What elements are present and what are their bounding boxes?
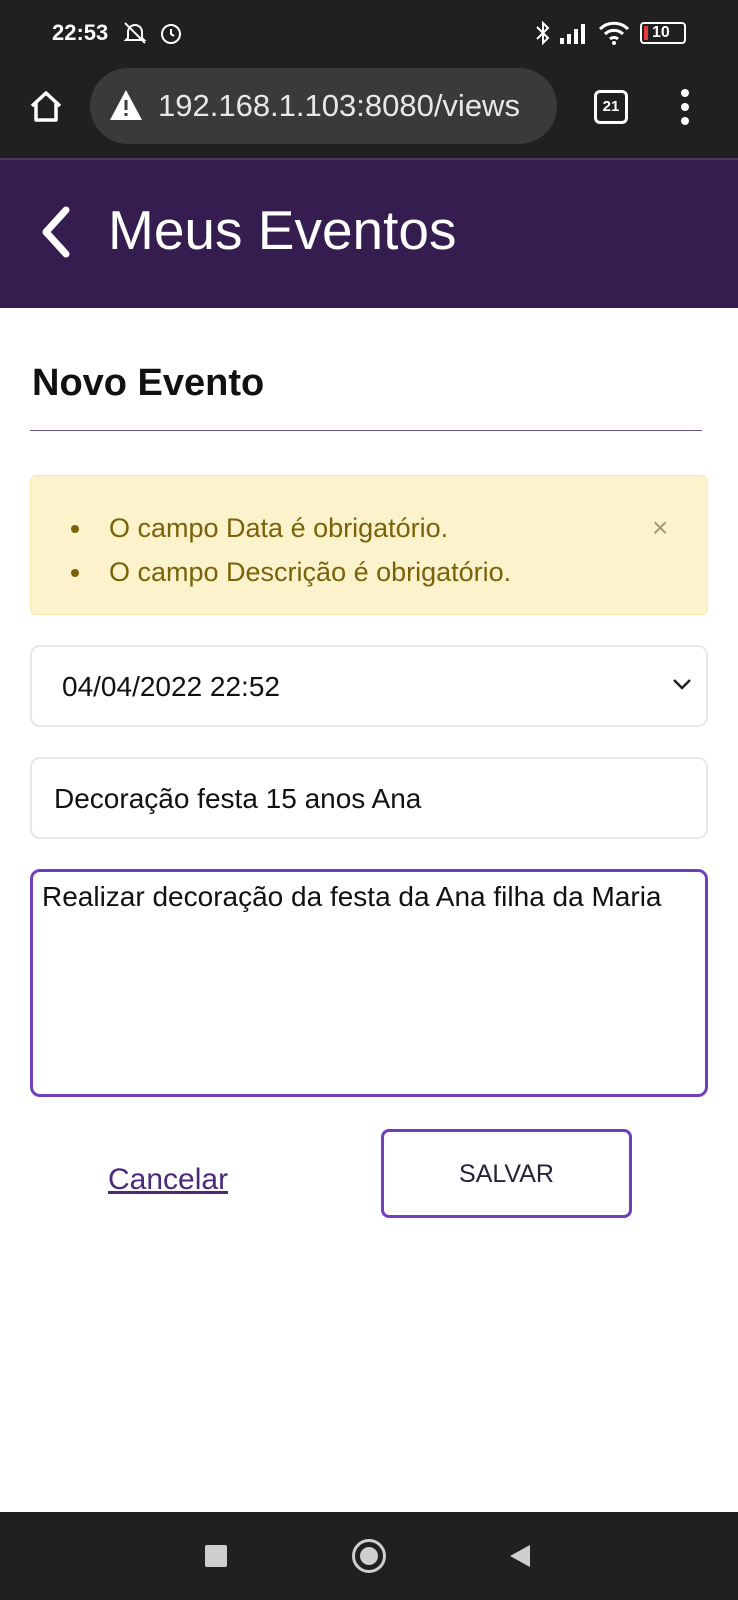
validation-alert: O campo Data é obrigatório. O campo Desc… xyxy=(30,475,708,615)
status-time: 22:53 xyxy=(52,20,109,45)
home-nav-icon[interactable] xyxy=(352,1539,386,1573)
save-button[interactable]: SALVAR xyxy=(381,1129,632,1218)
alarm-icon xyxy=(161,24,181,44)
wifi-icon xyxy=(598,21,630,45)
menu-dots-icon[interactable] xyxy=(675,88,695,128)
description-value: Realizar decoração da festa da Ana filha… xyxy=(42,881,662,912)
title-input[interactable]: Decoração festa 15 anos Ana xyxy=(30,757,708,839)
browser-bar: 192.168.1.103:8080/views 21 xyxy=(0,68,738,158)
chevron-down-icon xyxy=(673,679,691,690)
title-divider xyxy=(30,430,702,431)
description-textarea[interactable]: Realizar decoração da festa da Ana filha… xyxy=(30,869,708,1097)
page-title: Novo Evento xyxy=(32,362,265,404)
alert-message: O campo Data é obrigatório. xyxy=(70,506,511,550)
back-nav-icon[interactable] xyxy=(508,1543,532,1569)
date-value: 04/04/2022 22:52 xyxy=(62,671,280,702)
tab-count: 21 xyxy=(602,98,620,115)
warning-icon[interactable] xyxy=(108,88,144,122)
url-text[interactable]: 192.168.1.103:8080/views xyxy=(158,88,548,124)
alert-message-list: O campo Data é obrigatório. O campo Desc… xyxy=(70,506,511,594)
system-nav-bar xyxy=(0,1512,738,1600)
recents-icon[interactable] xyxy=(205,1545,227,1567)
address-bar[interactable]: 192.168.1.103:8080/views xyxy=(90,68,557,144)
save-button-label: SALVAR xyxy=(459,1160,554,1188)
app-title: Meus Eventos xyxy=(108,199,457,261)
back-arrow-icon[interactable] xyxy=(36,202,76,262)
bluetooth-icon xyxy=(536,20,550,46)
close-icon[interactable]: × xyxy=(652,512,668,544)
status-bar: 22:53 10 xyxy=(0,0,738,68)
bell-off-icon xyxy=(123,22,147,44)
signal-icon xyxy=(560,24,585,44)
battery-level: 10 xyxy=(652,24,670,41)
home-icon[interactable] xyxy=(26,86,66,126)
tabs-button[interactable]: 21 xyxy=(594,90,628,124)
date-select[interactable]: 04/04/2022 22:52 xyxy=(30,645,708,727)
battery-icon: 10 xyxy=(640,22,686,44)
cancel-link[interactable]: Cancelar xyxy=(108,1163,228,1197)
alert-message: O campo Descrição é obrigatório. xyxy=(70,550,511,594)
app-header: Meus Eventos xyxy=(0,158,738,308)
title-value: Decoração festa 15 anos Ana xyxy=(54,783,422,814)
